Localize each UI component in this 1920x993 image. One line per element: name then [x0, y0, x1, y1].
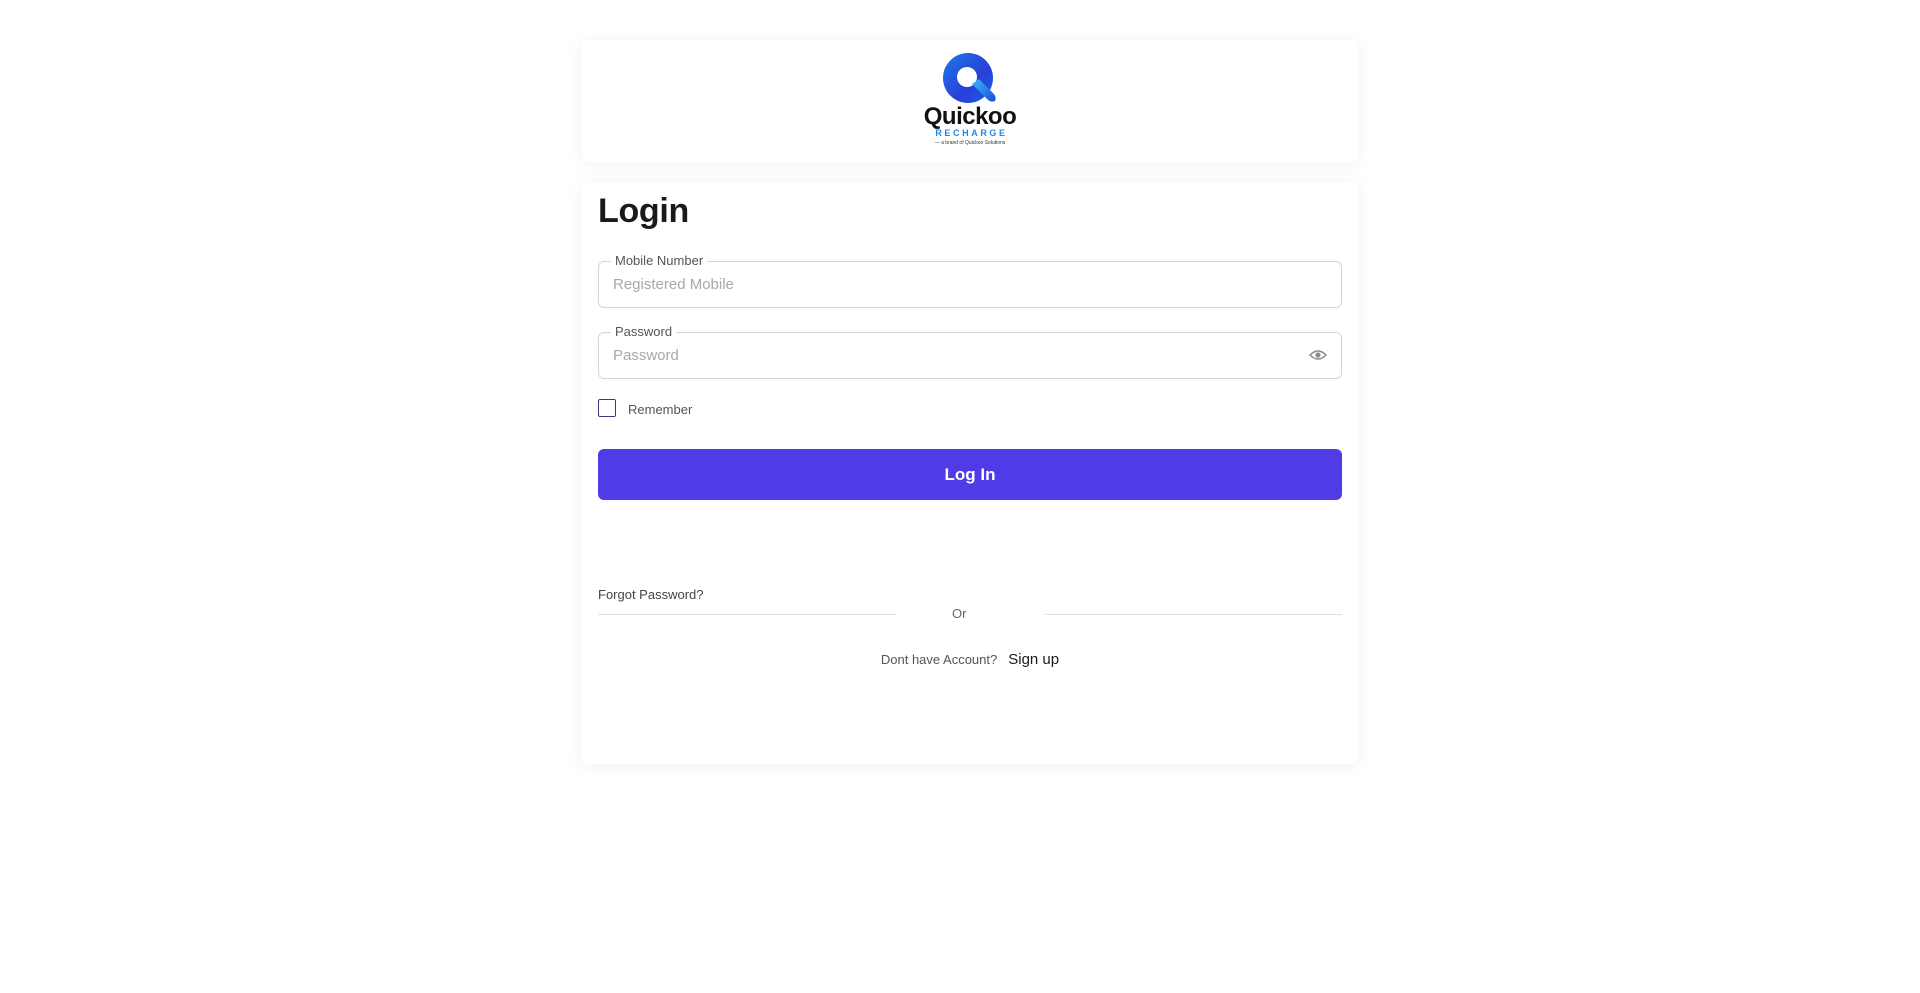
or-separator: Or [952, 606, 967, 621]
mobile-number-input[interactable] [613, 262, 1293, 307]
forgot-password-link[interactable]: Forgot Password? [598, 587, 704, 602]
remember-label: Remember [628, 401, 693, 417]
password-input[interactable] [613, 333, 1293, 378]
password-field: Password [598, 324, 1342, 379]
remember-checkbox[interactable] [598, 399, 616, 417]
logo-mark-icon [941, 51, 999, 109]
brand-logo: Quickoo RECHARGE — a brand of Quickoo So… [924, 51, 1017, 148]
remember-row: Remember [598, 399, 692, 417]
brand-tagline: — a brand of Quickoo Solutions [934, 139, 1006, 146]
page-container: Quickoo RECHARGE — a brand of Quickoo So… [582, 40, 1358, 764]
logo-card: Quickoo RECHARGE — a brand of Quickoo So… [582, 40, 1358, 162]
signup-link[interactable]: Sign up [1008, 651, 1059, 668]
brand-subtitle: RECHARGE [935, 127, 1008, 138]
mobile-number-field: Mobile Number [598, 253, 1342, 308]
signup-prompt: Dont have Account? [880, 652, 998, 667]
login-button[interactable]: Log In [598, 449, 1342, 500]
divider-right [1045, 614, 1342, 615]
divider-left [598, 614, 896, 615]
page-title: Login [598, 192, 690, 230]
signup-row: Dont have Account? Sign up [582, 651, 1358, 668]
eye-icon[interactable] [1308, 348, 1328, 362]
login-card: Login Mobile Number Password Remember Lo… [582, 182, 1358, 764]
